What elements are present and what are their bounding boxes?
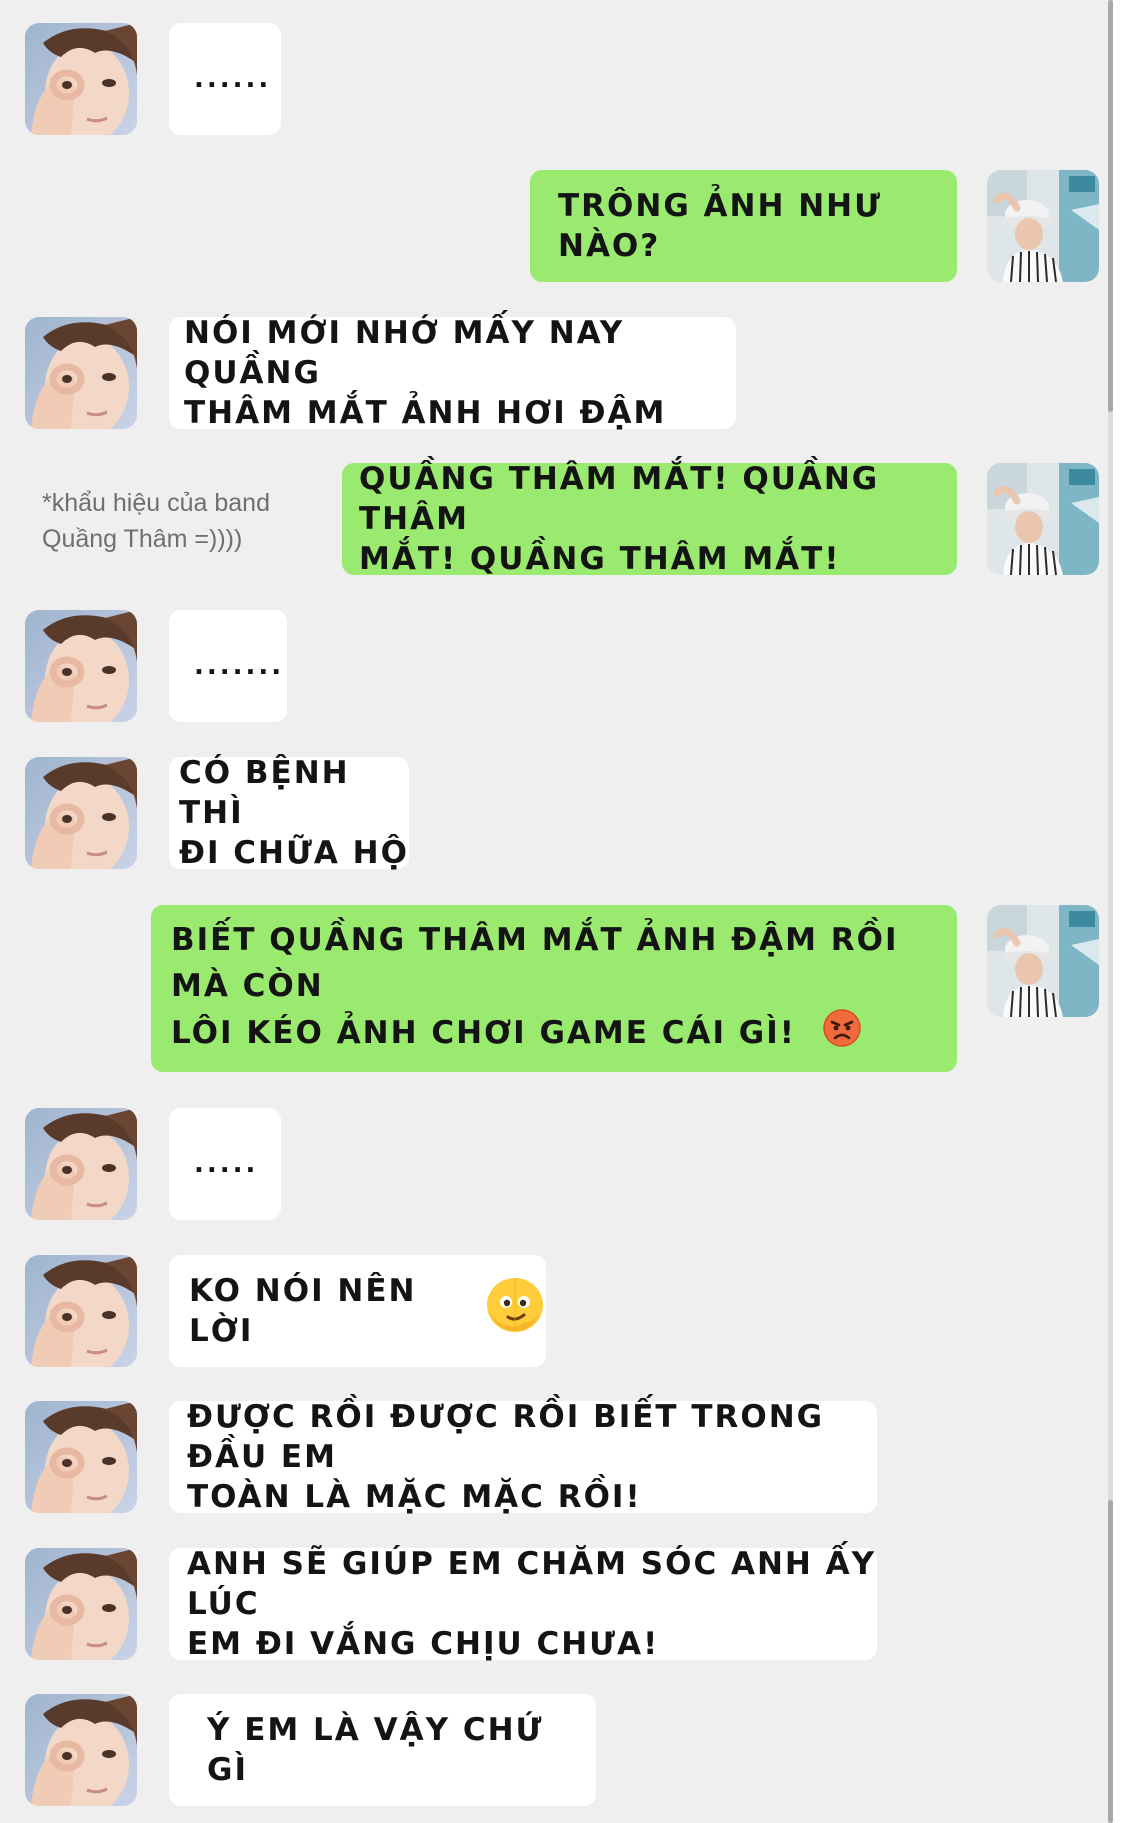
message-bubble[interactable]: KO NÓI NÊN LỜI (169, 1255, 546, 1367)
melting-face-emoji (484, 1275, 546, 1347)
message-line: BIẾT QUẦNG THÂM MẮT ẢNH ĐẬM RỒI MÀ CÒN (171, 922, 899, 1004)
message-text: TRÔNG ẢNH NHƯ NÀO? (558, 188, 883, 264)
contact-avatar[interactable] (25, 1694, 137, 1806)
message-line: CÓ BỆNH THÌ (179, 755, 350, 831)
message-text: Ý EM LÀ VẬY CHỨ GÌ (207, 1712, 544, 1788)
message-line: ĐI CHỮA HỘ (179, 835, 409, 871)
message-line: TOÀN LÀ MẶC MẶC RỒI! (187, 1479, 642, 1515)
self-avatar[interactable] (987, 463, 1099, 575)
message-line: QUẦNG THÂM MẮT! QUẦNG THÂM (359, 461, 880, 537)
message-bubble[interactable]: NÓI MỚI NHỚ MẤY NAY QUẦNG THÂM MẮT ẢNH H… (169, 315, 736, 431)
message-bubble[interactable]: BIẾT QUẦNG THÂM MẮT ẢNH ĐẬM RỒI MÀ CÒN L… (151, 905, 957, 1072)
note-line: *khẩu hiệu của band (42, 489, 270, 517)
message-bubble[interactable]: QUẦNG THÂM MẮT! QUẦNG THÂM MẮT! QUẦNG TH… (342, 461, 957, 577)
message-bubble[interactable]: ANH SẼ GIÚP EM CHĂM SÓC ANH ẤY LÚC EM ĐI… (169, 1546, 877, 1662)
contact-avatar[interactable] (25, 317, 137, 429)
message-bubble[interactable]: ...... (169, 23, 281, 135)
message-bubble[interactable]: ..... (169, 1108, 281, 1220)
self-avatar[interactable] (987, 905, 1099, 1017)
scrollbar-thumb-top[interactable] (1108, 0, 1113, 412)
message-line: THÂM MẮT ẢNH HƠI ĐẬM (184, 395, 667, 431)
message-text: ..... (194, 1149, 259, 1179)
scrollbar-thumb-bottom[interactable] (1108, 1500, 1113, 1823)
message-bubble[interactable]: ĐƯỢC RỒI ĐƯỢC RỒI BIẾT TRONG ĐẦU EM TOÀN… (169, 1399, 877, 1515)
contact-avatar[interactable] (25, 23, 137, 135)
message-line: ANH SẼ GIÚP EM CHĂM SÓC ANH ẤY LÚC (187, 1546, 877, 1622)
message-text: ...... (194, 64, 272, 94)
contact-avatar[interactable] (25, 1255, 137, 1367)
message-bubble[interactable]: Ý EM LÀ VẬY CHỨ GÌ (169, 1694, 596, 1806)
message-line: ĐƯỢC RỒI ĐƯỢC RỒI BIẾT TRONG ĐẦU EM (187, 1399, 825, 1475)
message-text: KO NÓI NÊN LỜI (189, 1273, 417, 1349)
message-bubble[interactable]: CÓ BỆNH THÌ ĐI CHỮA HỘ (169, 755, 409, 871)
annotation-note: *khẩu hiệu của band Quầng Thâm =)))) (42, 485, 302, 557)
angry-face-emoji (822, 1009, 861, 1060)
message-line: LÔI KÉO ẢNH CHƠI GAME CÁI GÌ! (171, 1015, 796, 1051)
message-bubble[interactable]: ....... (169, 610, 287, 722)
note-line: Quầng Thâm =)))) (42, 525, 243, 553)
contact-avatar[interactable] (25, 757, 137, 869)
message-line: EM ĐI VẮNG CHỊU CHƯA! (187, 1626, 660, 1662)
message-bubble[interactable]: TRÔNG ẢNH NHƯ NÀO? (530, 170, 957, 282)
contact-avatar[interactable] (25, 610, 137, 722)
contact-avatar[interactable] (25, 1108, 137, 1220)
contact-avatar[interactable] (25, 1548, 137, 1660)
message-line: MẮT! QUẦNG THÂM MẮT! (359, 541, 841, 577)
contact-avatar[interactable] (25, 1401, 137, 1513)
message-text: ....... (194, 651, 285, 681)
message-line: NÓI MỚI NHỚ MẤY NAY QUẦNG (184, 315, 625, 391)
self-avatar[interactable] (987, 170, 1099, 282)
right-gutter (1111, 0, 1125, 1823)
